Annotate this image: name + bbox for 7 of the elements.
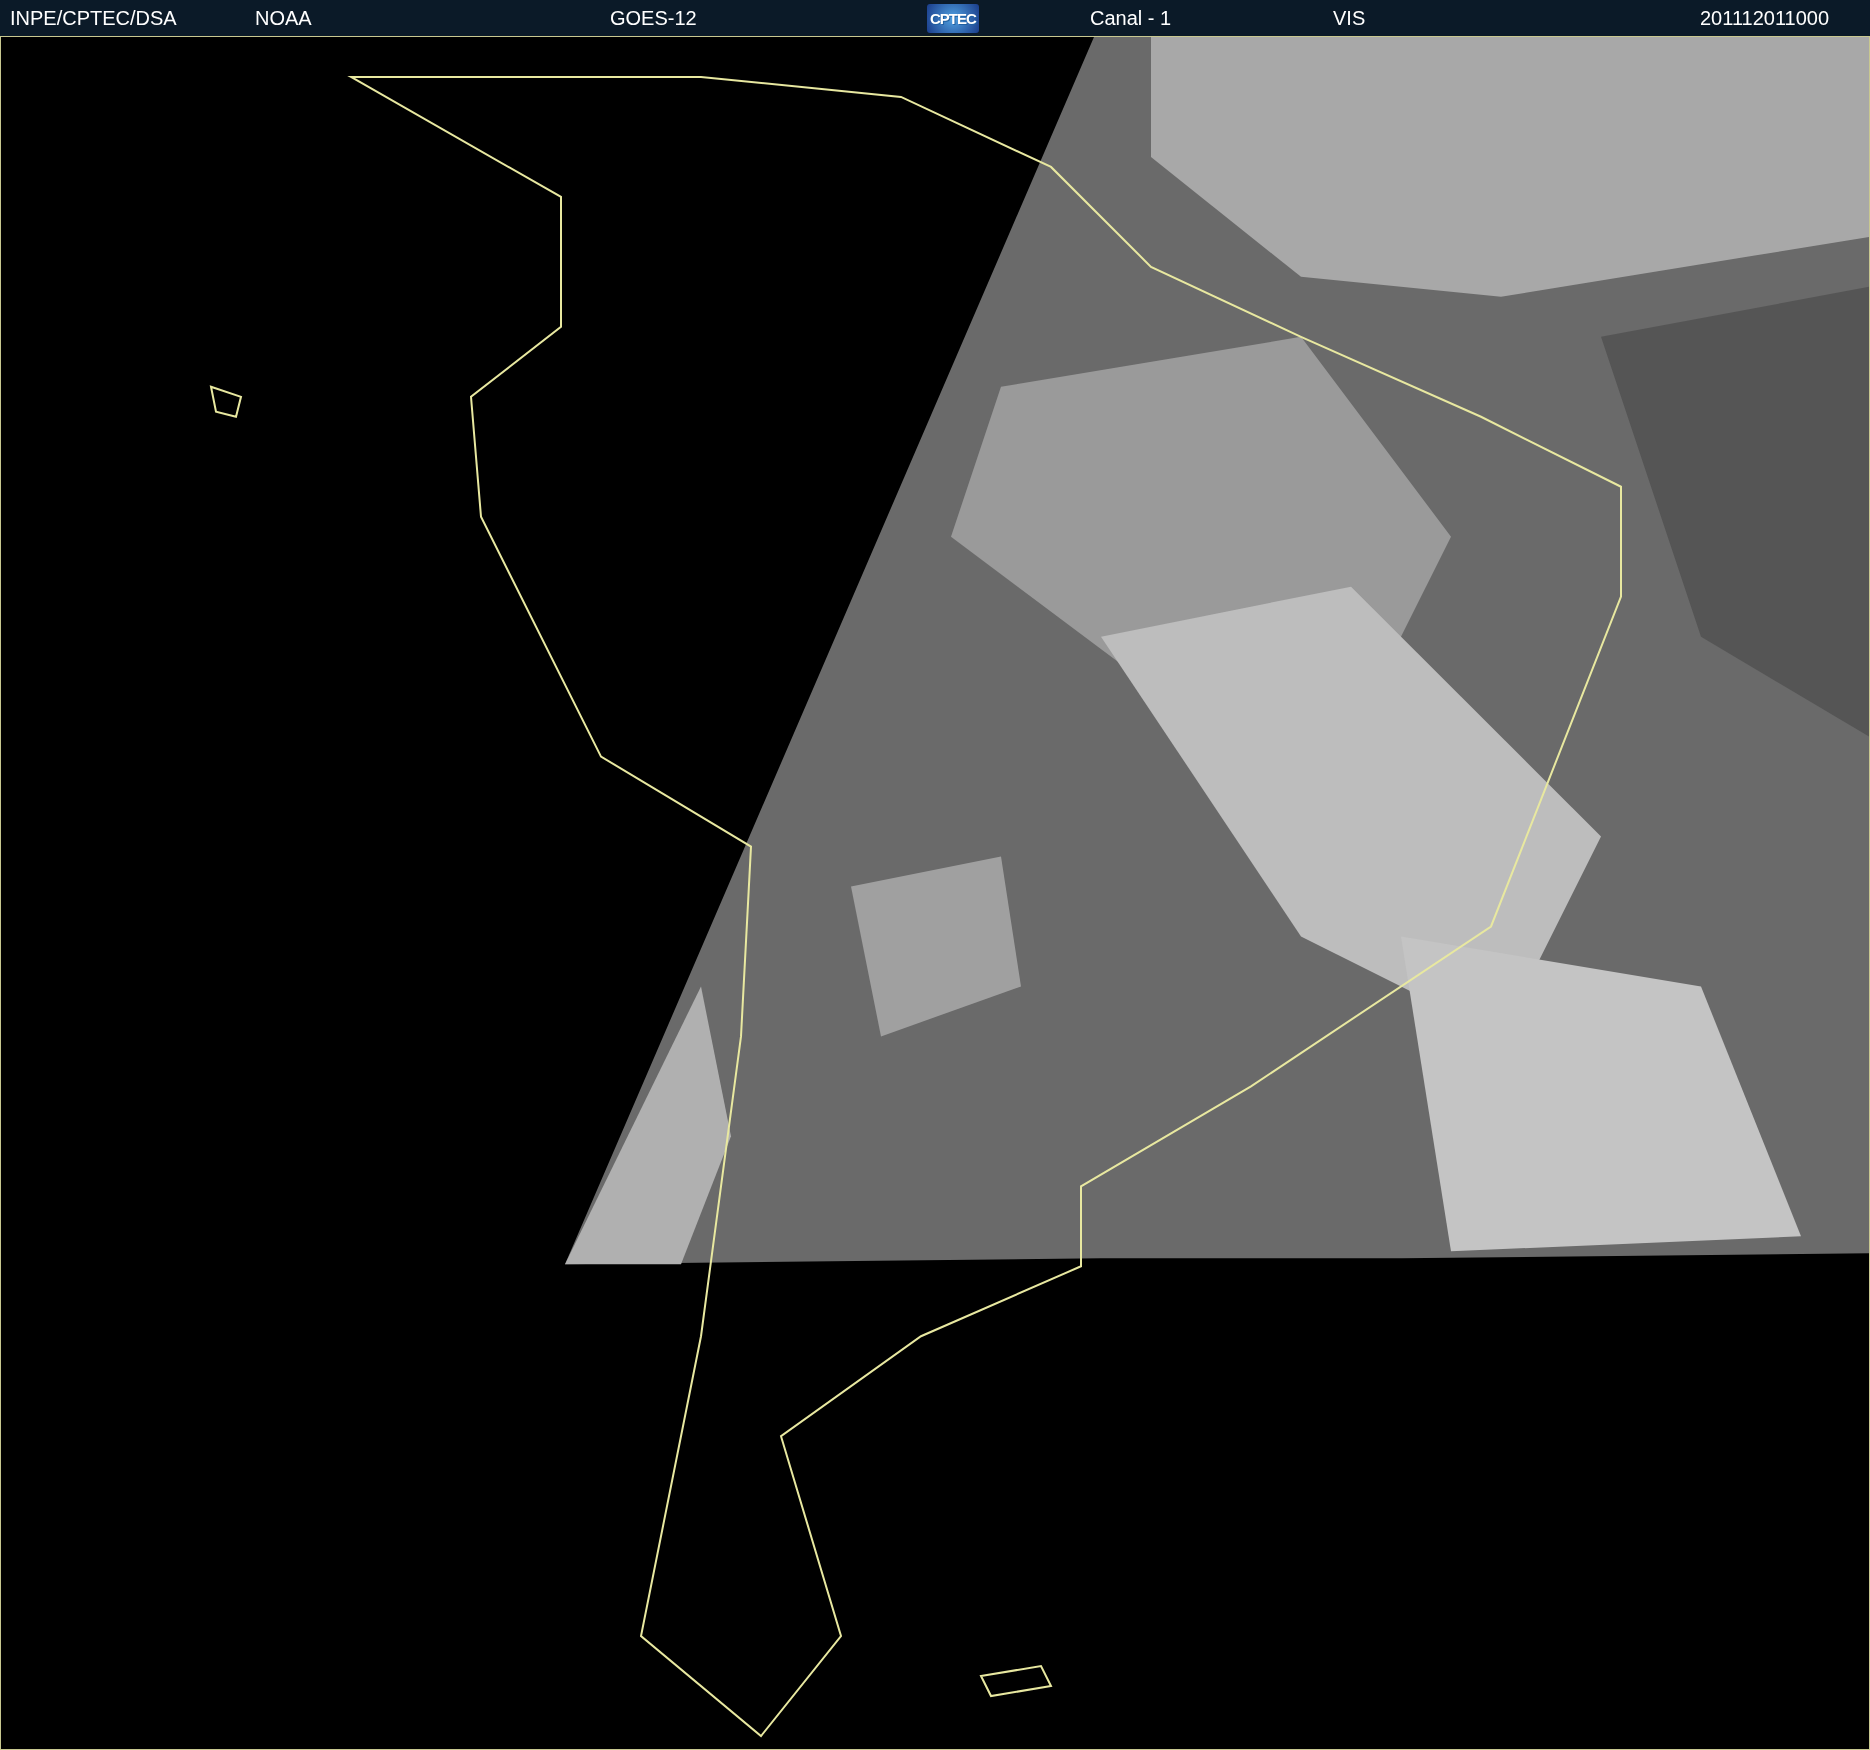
band-label: VIS xyxy=(1333,6,1367,30)
satellite-label: GOES-12 xyxy=(610,6,698,30)
agency-label: NOAA xyxy=(255,6,313,30)
channel-label: Canal - 1 xyxy=(1090,6,1173,30)
logo: CPTEC xyxy=(927,3,979,33)
timestamp: 201112011000 xyxy=(1700,6,1831,30)
source-label: INPE/CPTEC/DSA xyxy=(10,6,178,30)
